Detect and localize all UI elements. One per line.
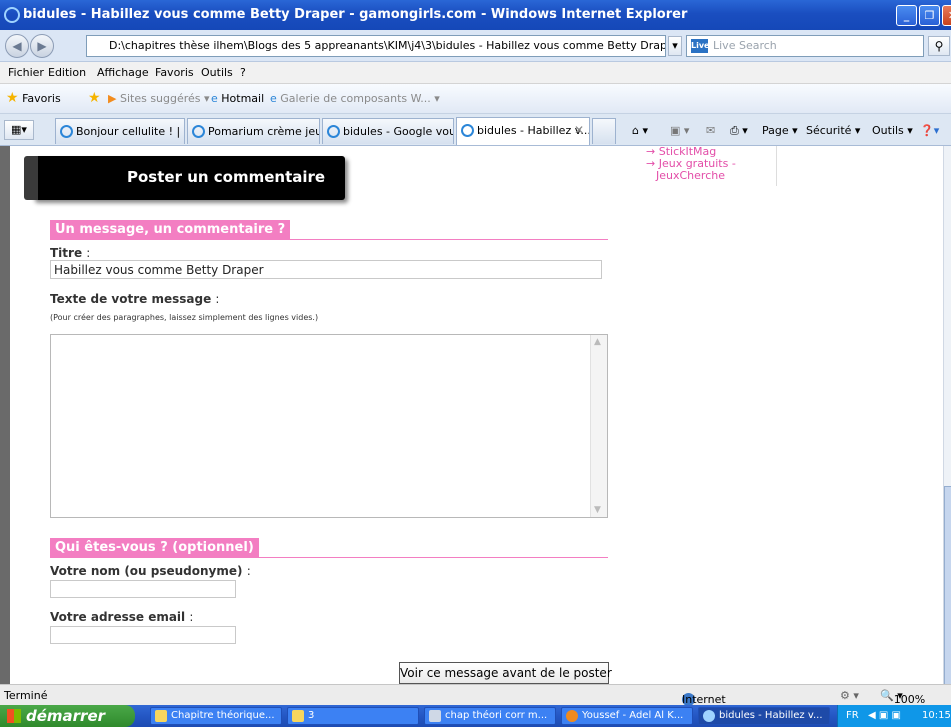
taskbar: démarrer Chapitre théorique... 3 chap th…: [0, 705, 951, 727]
task-folder-3[interactable]: 3: [287, 707, 419, 725]
nom-field[interactable]: [50, 580, 236, 598]
word-doc-icon: [429, 710, 441, 722]
help-icon[interactable]: ❓▾: [920, 124, 939, 137]
sites-icon: ▶: [108, 92, 117, 105]
menu-affichage[interactable]: Affichage: [97, 66, 149, 79]
scrollbar-thumb[interactable]: [944, 486, 951, 684]
status-bar: Terminé Internet ⚙ ▾ 🔍 100% ▾: [0, 684, 951, 706]
email-label: Votre adresse email :: [50, 610, 194, 624]
scroll-up-icon[interactable]: ▲: [594, 337, 601, 347]
favorites-bar: ★ Favoris ★ ▶ Sites suggérés ▾ e Hotmail…: [0, 84, 951, 114]
status-text: Terminé: [4, 689, 48, 702]
menu-outils[interactable]: Outils: [201, 66, 233, 79]
task-youssef[interactable]: Youssef - Adel Al K...: [561, 707, 693, 725]
task-chapitre-theorique[interactable]: Chapitre théorique...: [150, 707, 282, 725]
sidebar-links: → StickItMag → Jeux gratuits - JeuxCherc…: [646, 146, 777, 186]
home-icon[interactable]: ⌂ ▾: [632, 124, 648, 137]
ie-page-icon: e: [211, 92, 218, 105]
sidebar-divider: [776, 146, 777, 186]
ie-tab-icon: [192, 125, 205, 138]
securite-menu[interactable]: Sécurité ▾: [806, 124, 860, 137]
print-icon[interactable]: ⎙ ▾: [730, 124, 748, 138]
title-bar: bidules - Habillez vous comme Betty Drap…: [0, 0, 951, 30]
mail-icon[interactable]: ✉: [706, 124, 715, 137]
section-rule: [50, 239, 608, 240]
outils-menu[interactable]: Outils ▾: [872, 124, 913, 137]
header-tab-decoration: [24, 156, 38, 200]
sidebar-link-jeuxcherche[interactable]: JeuxCherche: [646, 170, 776, 182]
tab-bonjour-cellulite[interactable]: Bonjour cellulite ! | SO...: [55, 118, 185, 144]
menu-edition[interactable]: Edition: [48, 66, 86, 79]
sites-suggeres-link[interactable]: ▶ Sites suggérés ▾: [108, 92, 210, 105]
clock: 10:15: [922, 710, 951, 721]
zoom-control[interactable]: 🔍 100% ▾: [880, 689, 925, 706]
messenger-icon: [566, 710, 578, 722]
textarea-scrollbar[interactable]: ▲ ▼: [590, 335, 607, 517]
preview-submit-button[interactable]: Voir ce message avant de le poster: [399, 662, 612, 684]
nom-label: Votre nom (ou pseudonyme) :: [50, 564, 251, 578]
message-textarea[interactable]: ▲ ▼: [50, 334, 608, 518]
start-button[interactable]: démarrer: [0, 705, 135, 727]
tab-bidules-google[interactable]: bidules - Google vous ...: [322, 118, 454, 144]
address-dropdown-icon[interactable]: ▾: [668, 36, 682, 56]
window-title: bidules - Habillez vous comme Betty Drap…: [23, 7, 688, 22]
tab-bar: ▦▾ Bonjour cellulite ! | SO... Pomarium …: [0, 114, 951, 146]
ie-tab-icon: [60, 125, 73, 138]
titre-field[interactable]: Habillez vous comme Betty Draper: [50, 260, 602, 279]
maximize-button[interactable]: ❐: [919, 5, 940, 26]
favoris-button[interactable]: ★ Favoris: [6, 90, 61, 106]
folder-icon: [155, 710, 167, 722]
message-hint: (Pour créer des paragraphes, laissez sim…: [50, 313, 319, 322]
galerie-link[interactable]: e Galerie de composants W... ▾: [270, 92, 440, 105]
titre-label: Titre :: [50, 246, 91, 260]
task-bidules[interactable]: bidules - Habillez v...: [698, 707, 830, 725]
tab-bidules-habillez[interactable]: bidules - Habillez v... ✕: [456, 117, 590, 145]
folder-icon: [292, 710, 304, 722]
task-chap-theori[interactable]: chap théori corr m...: [424, 707, 556, 725]
close-window-button[interactable]: ✕: [942, 5, 951, 26]
email-field[interactable]: [50, 626, 236, 644]
tab-pomarium[interactable]: Pomarium crème jeun...: [187, 118, 320, 144]
add-favorite-icon[interactable]: ★: [88, 90, 101, 106]
system-tray: FR ◀ ▣ ▣ 10:15: [837, 705, 951, 727]
quick-tabs-icon[interactable]: ▦▾: [4, 120, 34, 140]
close-tab-icon[interactable]: ✕: [574, 123, 584, 137]
page-menu[interactable]: Page ▾: [762, 124, 798, 137]
feeds-icon[interactable]: ▣ ▾: [670, 124, 689, 137]
message-label: Texte de votre message :: [50, 292, 220, 306]
tray-icons[interactable]: ◀ ▣ ▣: [868, 710, 901, 721]
page-content: Poster un commentaire → StickItMag → Jeu…: [0, 146, 951, 684]
language-indicator[interactable]: FR: [846, 710, 859, 721]
ie-icon: [703, 710, 715, 722]
address-toolbar: ◀ ▶ D:\chapitres thèse ilhem\Blogs des 5…: [0, 30, 951, 62]
new-tab-button[interactable]: [592, 118, 616, 144]
search-icon[interactable]: ⚲: [928, 36, 950, 56]
windows-flag-icon: [7, 709, 21, 723]
section-rule: [50, 557, 608, 558]
live-search-icon: Live: [691, 39, 709, 53]
page-scrollbar[interactable]: [943, 146, 951, 684]
search-input[interactable]: Live Live Search: [686, 35, 924, 57]
ie-page-icon: e: [270, 92, 277, 105]
protected-mode-icon[interactable]: ⚙ ▾: [840, 689, 859, 702]
post-comment-header: Poster un commentaire: [24, 156, 345, 200]
ie-tab-icon: [327, 125, 340, 138]
minimize-button[interactable]: _: [896, 5, 917, 26]
ie-logo-icon: [4, 7, 20, 23]
forward-button[interactable]: ▶: [30, 34, 54, 58]
ie-tab-icon: [461, 124, 474, 137]
scroll-down-icon[interactable]: ▼: [594, 505, 601, 515]
address-field[interactable]: D:\chapitres thèse ilhem\Blogs des 5 app…: [86, 35, 666, 57]
star-icon: ★: [6, 90, 19, 106]
menu-help[interactable]: ?: [240, 66, 246, 79]
menu-bar: Fichier Edition Affichage Favoris Outils…: [0, 62, 951, 84]
menu-favoris[interactable]: Favoris: [155, 66, 194, 79]
hotmail-link[interactable]: e Hotmail: [211, 92, 264, 105]
back-button[interactable]: ◀: [5, 34, 29, 58]
menu-fichier[interactable]: Fichier: [8, 66, 44, 79]
